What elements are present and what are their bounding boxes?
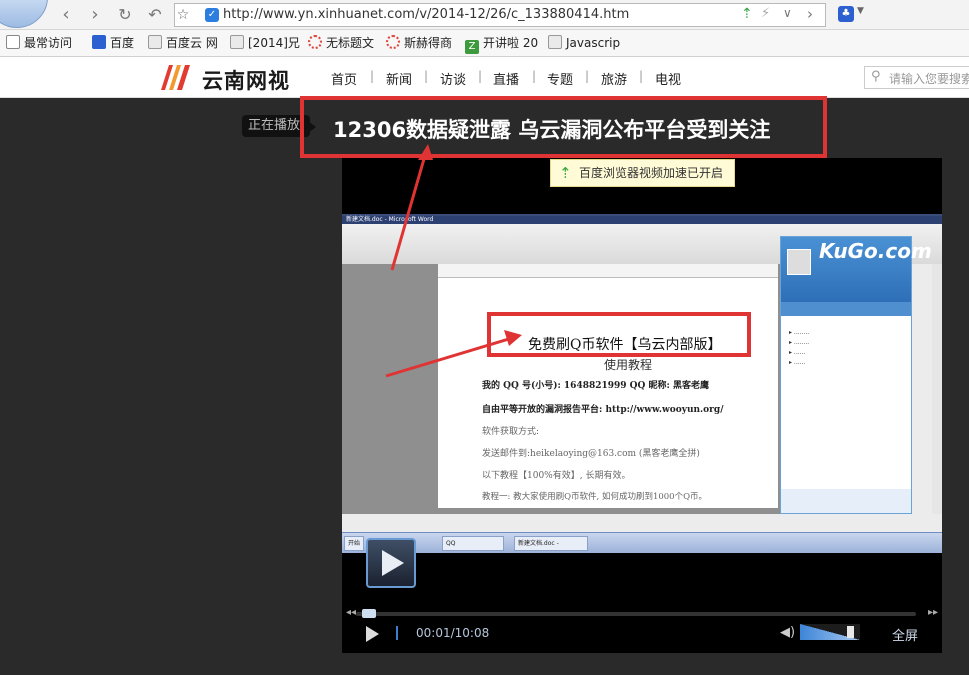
arrow-to-heading <box>385 336 513 378</box>
play-button[interactable] <box>366 626 379 642</box>
arrow-to-title-head <box>418 144 433 160</box>
speedup-icon: ⇡ <box>559 164 572 182</box>
control-divider <box>396 626 398 640</box>
arrow-to-title <box>390 151 428 271</box>
progress-knob[interactable] <box>362 609 376 618</box>
volume-icon[interactable]: ◀) <box>780 625 795 640</box>
volume-knob[interactable] <box>847 626 854 638</box>
fast-forward-icon[interactable]: ▸▸ <box>928 607 938 618</box>
acceleration-tip: ⇡ 百度浏览器视频加速已开启 <box>550 159 735 187</box>
play-icon <box>382 550 404 576</box>
rewind-icon[interactable]: ◂◂ <box>346 607 356 618</box>
arrow-to-heading-head <box>504 330 522 346</box>
progress-bar[interactable] <box>356 609 916 618</box>
annotation-arrows <box>385 144 522 378</box>
time-display: 00:01/10:08 <box>416 626 490 640</box>
fullscreen-button[interactable]: 全屏 <box>892 625 918 644</box>
big-play-button[interactable] <box>366 538 416 588</box>
